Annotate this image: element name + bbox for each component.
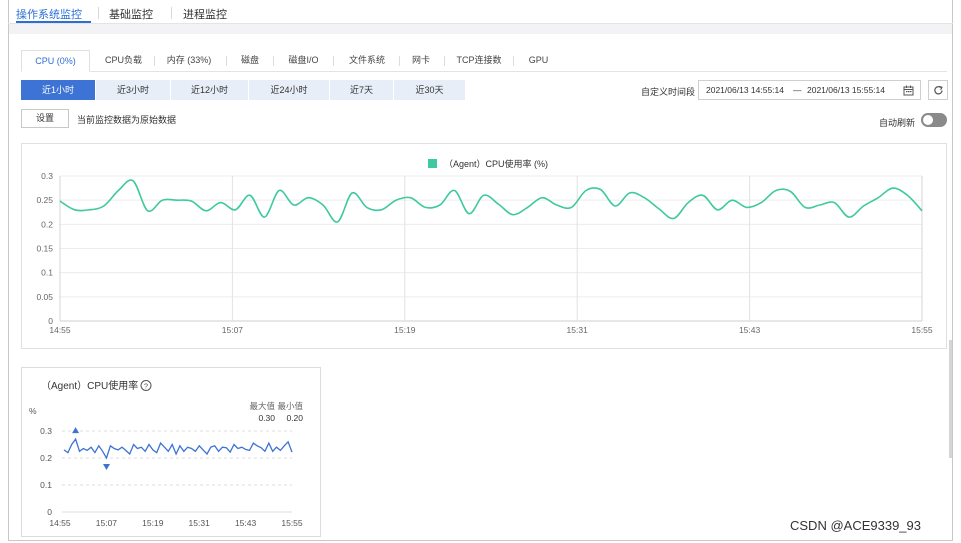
start-date: 2021/06/13 14:55:14 xyxy=(706,85,784,95)
refresh-icon xyxy=(934,85,943,95)
x-tick-label: 14:55 xyxy=(49,325,71,335)
tab-disk-io[interactable]: 磁盘I/O xyxy=(281,50,326,71)
y-tick-label: 0.05 xyxy=(36,292,53,302)
y-tick-label: 0.2 xyxy=(40,453,52,463)
max-label: 最大值 xyxy=(249,401,275,411)
cpu-usage-mini-chart: （Agent）CPU使用率?% 最大值 最小值0.30 0.20 0 0.1 0.2 0.3 1… xyxy=(29,379,303,528)
top-nav: 操作系统监控 基础监控 进程监控 xyxy=(8,0,953,24)
x-tick-label: 14:55 xyxy=(49,518,71,528)
series-line xyxy=(59,179,923,223)
range-30d-button[interactable]: 近30天 xyxy=(394,80,465,100)
tab-basic-monitoring[interactable]: 基础监控 xyxy=(109,6,153,22)
x-tick-label: 15:07 xyxy=(96,518,118,528)
date-range-picker[interactable]: 2021/06/13 14:55:14 — 2021/06/13 15:55:1… xyxy=(698,80,921,100)
min-marker xyxy=(103,464,111,470)
y-tick-label: 0.1 xyxy=(41,268,53,278)
custom-range-label: 自定义时间段 xyxy=(641,87,696,97)
y-tick-label: 0.3 xyxy=(41,171,53,181)
tab-filesystem[interactable]: 文件系统 xyxy=(342,50,392,71)
settings-button[interactable]: 设置 xyxy=(21,109,69,128)
x-tick-label: 15:19 xyxy=(394,325,416,335)
min-value: 0.20 xyxy=(286,413,303,423)
divider xyxy=(154,56,155,66)
range-1h-button[interactable]: 近1小时 xyxy=(21,80,95,100)
cpu-usage-chart: （Agent）CPU使用率 (%)00.050.10.150.20.250.31… xyxy=(36,158,933,335)
legend-swatch xyxy=(428,159,437,168)
tab-disk[interactable]: 磁盘 xyxy=(234,50,266,71)
help-icon-glyph: ? xyxy=(144,382,148,391)
range-separator: — xyxy=(793,85,802,95)
refresh-button[interactable] xyxy=(928,80,948,100)
legend-label: （Agent）CPU使用率 (%) xyxy=(444,158,548,169)
scrollbar[interactable] xyxy=(949,340,952,458)
range-12h-button[interactable]: 近12小时 xyxy=(171,80,248,100)
max-value: 0.30 xyxy=(258,413,275,423)
x-tick-label: 15:31 xyxy=(567,325,589,335)
x-tick-label: 15:31 xyxy=(189,518,211,528)
tab-tcp-connections[interactable]: TCP连接数 xyxy=(453,50,505,71)
auto-refresh-toggle[interactable] xyxy=(921,113,947,127)
x-tick-label: 15:43 xyxy=(235,518,257,528)
y-tick-label: 0.1 xyxy=(40,480,52,490)
range-24h-button[interactable]: 近24小时 xyxy=(249,80,329,100)
y-unit-label: % xyxy=(29,406,37,416)
tab-os-monitoring[interactable]: 操作系统监控 xyxy=(16,6,82,22)
metric-tabs: CPU (0%) CPU负载 内存 (33%) 磁盘 磁盘I/O 文件系统 网卡… xyxy=(21,50,947,72)
cpu-chart-panel: （Agent）CPU使用率 (%) 0 0.05 0.1 0.15 0.2 0.25 0.3 1… xyxy=(21,143,947,349)
toggle-knob xyxy=(923,115,933,125)
data-note: 当前监控数据为原始数据 xyxy=(77,115,177,125)
cpu-usage-card: （Agent）CPU使用率?% 最大值 最小值 0.30 0.20 0 0.1 0.2 0.3 1… xyxy=(21,367,321,537)
tab-cpu-load[interactable]: CPU负载 xyxy=(96,50,151,71)
max-marker xyxy=(72,427,80,434)
x-tick-label: 15:07 xyxy=(222,325,244,335)
auto-refresh-label: 自动刷新 xyxy=(879,118,916,128)
divider xyxy=(444,56,445,66)
range-3h-button[interactable]: 近3小时 xyxy=(96,80,170,100)
min-label: 最小值 xyxy=(277,401,303,411)
tab-memory[interactable]: 内存 (33%) xyxy=(159,50,219,71)
range-7d-button[interactable]: 近7天 xyxy=(330,80,393,100)
tab-process-monitoring[interactable]: 进程监控 xyxy=(183,6,227,22)
tab-gpu[interactable]: GPU xyxy=(521,50,556,71)
divider xyxy=(333,56,334,66)
y-tick-label: 0.3 xyxy=(40,426,52,436)
end-date: 2021/06/13 15:55:14 xyxy=(807,85,885,95)
y-tick-label: 0 xyxy=(47,507,52,517)
divider xyxy=(171,7,172,19)
x-tick-label: 15:43 xyxy=(739,325,761,335)
x-tick-label: 15:55 xyxy=(911,325,933,335)
divider xyxy=(226,56,227,66)
series-line xyxy=(63,437,293,460)
watermark: CSDN @ACE9339_93 xyxy=(790,518,921,533)
divider xyxy=(513,56,514,66)
divider xyxy=(98,7,99,19)
tab-nic[interactable]: 网卡 xyxy=(406,50,436,71)
x-tick-label: 15:55 xyxy=(281,518,303,528)
active-tab-underline xyxy=(16,21,91,23)
card-title: （Agent）CPU使用率 xyxy=(41,379,138,392)
divider xyxy=(273,56,274,66)
tab-cpu[interactable]: CPU (0%) xyxy=(21,50,90,72)
y-tick-label: 0.2 xyxy=(41,219,53,229)
calendar-icon xyxy=(903,85,914,96)
x-tick-label: 15:19 xyxy=(142,518,164,528)
section-band xyxy=(9,24,952,34)
divider xyxy=(399,56,400,66)
y-tick-label: 0.25 xyxy=(36,195,53,205)
y-tick-label: 0.15 xyxy=(36,244,53,254)
